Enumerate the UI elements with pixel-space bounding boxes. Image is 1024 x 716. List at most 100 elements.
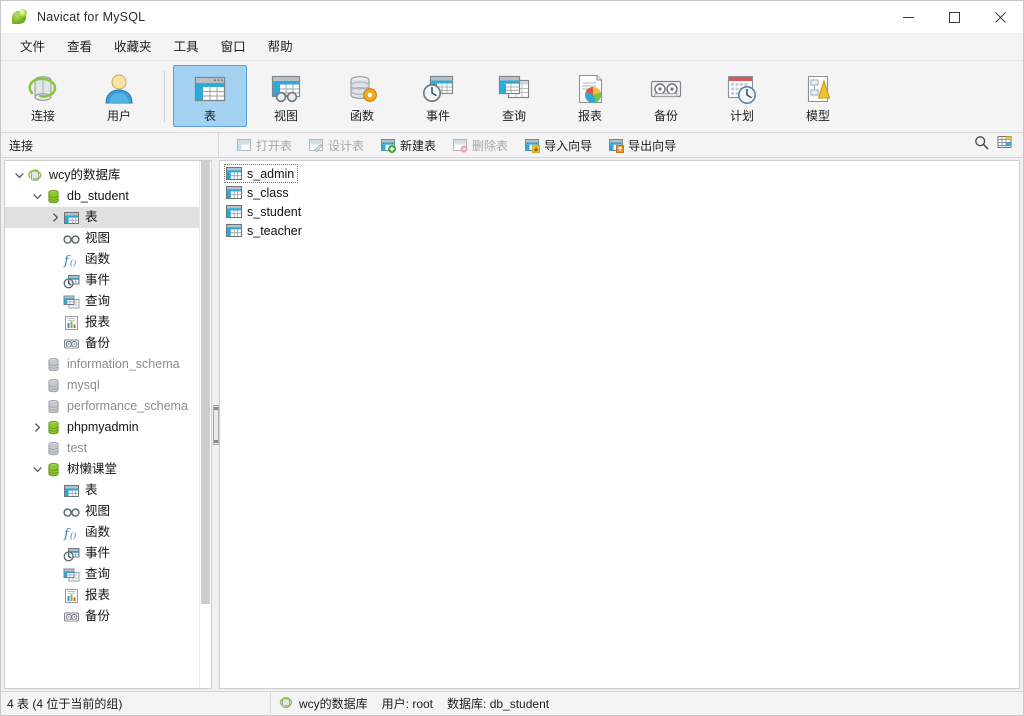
tree-node-information_schema[interactable]: information_schema	[5, 354, 211, 375]
view-icon	[63, 231, 80, 247]
maximize-button[interactable]	[931, 1, 977, 34]
tree-node-表[interactable]: 表	[5, 480, 211, 501]
toolbar-button-connection[interactable]: 连接	[6, 65, 80, 127]
toolbar-label: 用户	[106, 109, 131, 123]
grid-view-icon[interactable]	[997, 135, 1013, 155]
tree-node-备份[interactable]: 备份	[5, 606, 211, 627]
tree-node-wcy的数据库[interactable]: wcy的数据库	[5, 165, 211, 186]
design-table-button[interactable]: 设计表	[301, 134, 371, 157]
connections-tree: wcy的数据库 db_student 表视图 f() 函数 事件 查询 报表 备份 informa…	[5, 161, 211, 627]
view-tools	[974, 135, 1023, 155]
menu-item-help[interactable]: 帮助	[257, 37, 304, 58]
tree-twisty-placeholder	[47, 480, 63, 501]
search-icon[interactable]	[974, 135, 989, 155]
report-icon	[63, 588, 80, 604]
tree-node-查询[interactable]: 查询	[5, 564, 211, 585]
open-table-button[interactable]: 打开表	[229, 134, 299, 157]
table-icon	[226, 204, 242, 219]
toolbar-button-function[interactable]: 函数	[325, 65, 399, 127]
database-grey-icon	[45, 357, 62, 373]
tree-node-label: 事件	[85, 273, 111, 288]
toolbar-button-table[interactable]: 表	[173, 65, 247, 127]
connection-icon	[27, 168, 44, 184]
table-icon	[226, 185, 242, 200]
window-title: Navicat for MySQL	[37, 10, 146, 24]
new-table-button[interactable]: 新建表	[373, 134, 443, 157]
connection-icon	[25, 73, 61, 105]
table-list-item[interactable]: s_class	[224, 183, 293, 202]
tree-node-事件[interactable]: 事件	[5, 543, 211, 564]
event-icon	[63, 546, 80, 562]
tree-node-函数[interactable]: f() 函数	[5, 249, 211, 270]
toolbar-label: 表	[203, 109, 216, 123]
chevron-right-icon[interactable]	[29, 417, 45, 438]
chevron-right-icon[interactable]	[47, 207, 63, 228]
menu-item-file[interactable]: 文件	[9, 37, 56, 58]
toolbar-button-backup[interactable]: 备份	[629, 65, 703, 127]
table-list-item[interactable]: s_teacher	[224, 221, 306, 240]
toolbar-button-user[interactable]: 用户	[82, 65, 156, 127]
minimize-button[interactable]	[885, 1, 931, 34]
sub-toolbar: 连接 打开表 设计表 新建表 删除表 导入向导 导出向导	[1, 132, 1023, 158]
tree-twisty-placeholder	[29, 396, 45, 417]
tree-node-视图[interactable]: 视图	[5, 501, 211, 522]
tree-node-表[interactable]: 表	[5, 207, 211, 228]
import-wizard-button[interactable]: 导入向导	[517, 134, 599, 157]
tree-node-查询[interactable]: 查询	[5, 291, 211, 312]
query-icon	[496, 73, 532, 105]
tree-node-phpmyadmin[interactable]: phpmyadmin	[5, 417, 211, 438]
tree-twisty-placeholder	[47, 606, 63, 627]
tree-node-label: phpmyadmin	[67, 420, 139, 435]
menu-item-window[interactable]: 窗口	[210, 37, 257, 58]
tree-node-备份[interactable]: 备份	[5, 333, 211, 354]
tree-node-事件[interactable]: 事件	[5, 270, 211, 291]
tree-node-函数[interactable]: f() 函数	[5, 522, 211, 543]
tree-node-报表[interactable]: 报表	[5, 585, 211, 606]
chevron-down-icon[interactable]	[29, 186, 45, 207]
table-list-item[interactable]: s_admin	[224, 164, 299, 183]
status-count: 4 表 (4 位于当前的组)	[1, 691, 271, 716]
backup-icon	[648, 73, 684, 105]
sidebar-scrollbar-thumb[interactable]	[201, 161, 210, 604]
tree-node-视图[interactable]: 视图	[5, 228, 211, 249]
tree-node-db_student[interactable]: db_student	[5, 186, 211, 207]
tree-node-报表[interactable]: 报表	[5, 312, 211, 333]
close-button[interactable]	[977, 1, 1023, 34]
toolbar-label: 计划	[729, 109, 754, 123]
delete-table-button[interactable]: 删除表	[445, 134, 515, 157]
chevron-down-icon[interactable]	[11, 165, 27, 186]
new-table-label: 新建表	[400, 138, 437, 153]
toolbar-button-query[interactable]: 查询	[477, 65, 551, 127]
splitter-grip[interactable]	[212, 404, 219, 445]
connections-tree-panel: wcy的数据库 db_student 表视图 f() 函数 事件 查询 报表 备份 informa…	[4, 160, 212, 689]
export-wizard-button[interactable]: 导出向导	[601, 134, 683, 157]
tree-node-树懒课堂[interactable]: 树懒课堂	[5, 459, 211, 480]
backup-icon	[63, 336, 80, 352]
table-list-item[interactable]: s_student	[224, 202, 305, 221]
toolbar-label: 报表	[577, 109, 602, 123]
sidebar-scrollbar[interactable]	[199, 161, 211, 688]
menu-item-view[interactable]: 查看	[56, 37, 103, 58]
tree-node-performance_schema[interactable]: performance_schema	[5, 396, 211, 417]
toolbar-button-event[interactable]: 事件	[401, 65, 475, 127]
panel-splitter[interactable]	[212, 158, 219, 691]
menu-item-favorites[interactable]: 收藏夹	[103, 37, 163, 58]
tree-twisty-placeholder	[29, 354, 45, 375]
toolbar-button-schedule[interactable]: 计划	[705, 65, 779, 127]
status-bar: 4 表 (4 位于当前的组) wcy的数据库 用户: root 数据库: db_…	[1, 691, 1023, 716]
tree-twisty-placeholder	[47, 291, 63, 312]
toolbar-button-view[interactable]: 视图	[249, 65, 323, 127]
navicat-window: Navicat for MySQL 文件 查看 收藏夹 工具 窗口 帮助 连接 …	[0, 0, 1024, 716]
tree-node-mysql[interactable]: mysql	[5, 375, 211, 396]
chevron-down-icon[interactable]	[29, 459, 45, 480]
design-table-icon	[308, 138, 324, 153]
object-list-panel: s_admin s_class s_student s_teacher	[219, 160, 1020, 689]
tree-node-test[interactable]: test	[5, 438, 211, 459]
toolbar-button-model[interactable]: 模型	[781, 65, 855, 127]
toolbar-button-report[interactable]: 报表	[553, 65, 627, 127]
menu-item-tools[interactable]: 工具	[163, 37, 210, 58]
